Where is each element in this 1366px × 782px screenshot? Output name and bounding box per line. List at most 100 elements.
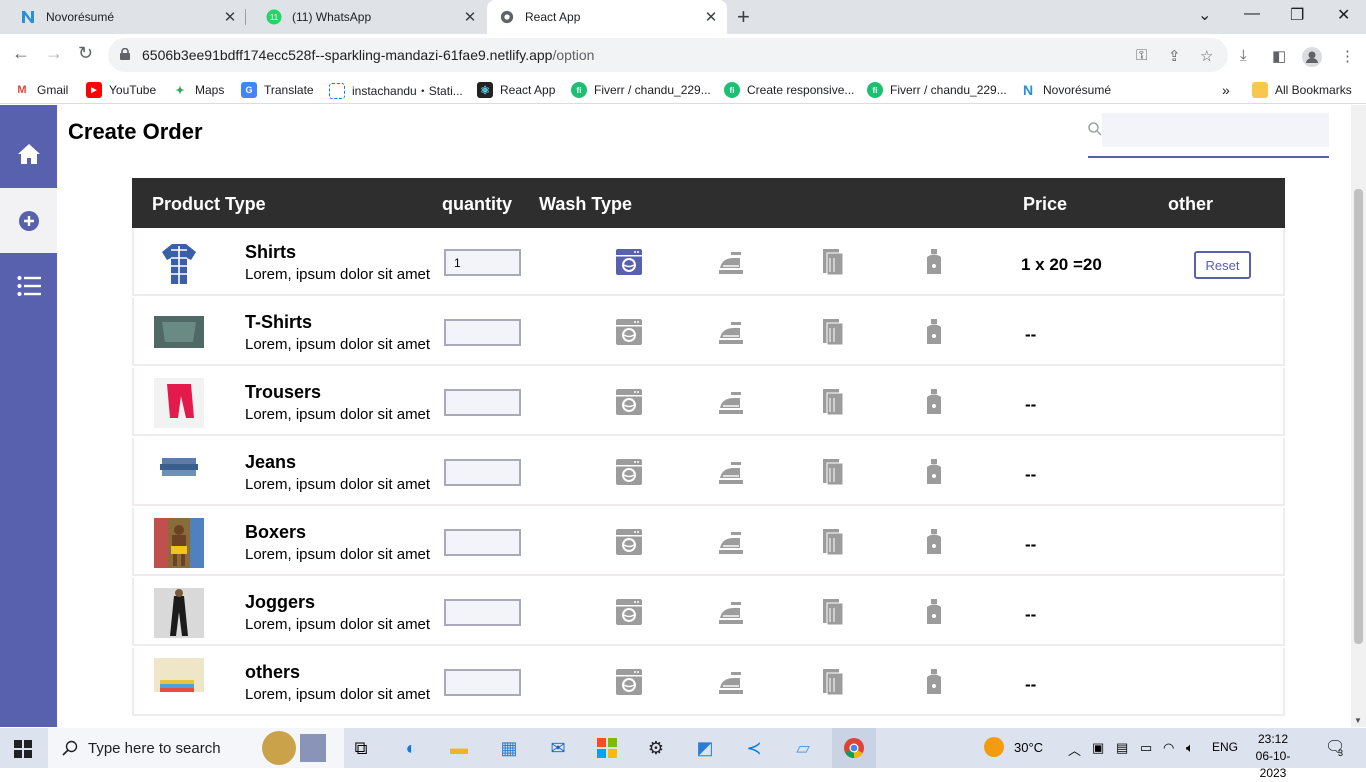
washing-machine-icon[interactable] [615,318,643,346]
towel-icon[interactable] [819,388,847,416]
sidebar-item-create-order[interactable] [0,188,57,253]
office-icon[interactable] [594,735,620,761]
towel-icon[interactable] [819,458,847,486]
bookmark-youtube[interactable]: ▶ YouTube [86,82,156,98]
settings-gear-icon[interactable]: ⚙ [643,735,669,761]
iron-icon[interactable] [717,668,745,696]
bookmark-instachandu[interactable]: instachandu・Stati... [329,82,463,99]
iron-icon[interactable] [717,598,745,626]
iron-icon[interactable] [717,388,745,416]
mail-icon[interactable]: ✉ [545,735,571,761]
restore-button[interactable]: ❐ [1290,5,1304,25]
scrollbar-thumb[interactable] [1354,189,1363,644]
tab-novoresume[interactable]: Novorésumé ✕ [0,0,246,34]
bookmark-maps[interactable]: ✦ Maps [172,82,224,98]
tab-react-app[interactable]: React App ✕ [487,0,727,34]
bookmark-novoresume[interactable]: N Novorésumé [1020,82,1111,98]
search-input[interactable] [1102,113,1329,147]
iron-icon[interactable] [717,528,745,556]
iron-icon[interactable] [717,318,745,346]
volume-icon[interactable]: 🔈︎ [1186,740,1194,756]
edge-icon[interactable]: ◐ [398,735,424,761]
task-view-icon[interactable]: ⧉ [348,735,374,761]
new-tab-button[interactable]: + [737,4,750,30]
washing-machine-icon[interactable] [615,458,643,486]
search-field[interactable] [1088,113,1329,158]
page-scrollbar[interactable]: ▼ [1351,105,1366,727]
sidebar-item-orders-list[interactable] [0,253,57,318]
bookmark-fiverr-1[interactable]: fi Fiverr / chandu_229... [571,82,711,98]
taskbar-search[interactable]: Type here to search [48,728,344,768]
reset-button[interactable]: Reset [1194,251,1251,279]
towel-icon[interactable] [819,598,847,626]
iron-icon[interactable] [717,458,745,486]
store-icon[interactable]: ▦ [496,735,522,761]
tray-device-icon[interactable]: ▣ [1092,740,1104,756]
bleach-icon[interactable] [920,668,948,696]
close-tab-icon[interactable]: ✕ [701,8,721,26]
photos-icon[interactable]: ◩ [692,735,718,761]
bleach-icon[interactable] [920,528,948,556]
notepad-icon[interactable]: ▱ [790,735,816,761]
side-panel-icon[interactable]: ◧ [1272,47,1286,65]
profile-avatar-icon[interactable] [1302,47,1322,71]
reload-icon[interactable]: ↻ [78,43,93,64]
towel-icon[interactable] [819,528,847,556]
bleach-icon[interactable] [920,318,948,346]
towel-icon[interactable] [819,668,847,696]
quantity-input[interactable] [444,669,521,696]
battery-icon[interactable]: ▭ [1140,740,1152,756]
minimize-button[interactable]: — [1244,5,1260,23]
more-bookmarks-chevron-icon[interactable]: » [1222,82,1230,98]
quantity-input[interactable] [444,599,521,626]
quantity-input[interactable] [444,529,521,556]
vscode-icon[interactable]: ≺ [741,735,767,761]
bookmark-gmail[interactable]: M Gmail [14,82,68,98]
tray-meet-icon[interactable]: ▤ [1116,740,1128,756]
washing-machine-icon[interactable] [615,598,643,626]
tab-search-chevron-icon[interactable]: ⌄ [1198,5,1211,25]
quantity-input[interactable] [444,389,521,416]
chrome-icon[interactable] [832,728,876,768]
towel-icon[interactable] [819,248,847,276]
address-bar[interactable]: 6506b3ee91bdff174ecc528f--sparkling-mand… [108,38,1228,72]
quantity-input[interactable] [444,319,521,346]
bleach-icon[interactable] [920,388,948,416]
washing-machine-icon[interactable] [615,388,643,416]
file-explorer-icon[interactable]: ▬ [446,735,472,761]
wifi-icon[interactable]: ◠ [1163,740,1174,756]
back-arrow-icon[interactable]: ← [12,43,30,64]
bleach-icon[interactable] [920,598,948,626]
bleach-icon[interactable] [920,248,948,276]
bookmark-star-icon[interactable]: ☆ [1200,47,1213,65]
washing-machine-icon[interactable] [615,668,643,696]
system-clock[interactable]: 23:12 06-10-2023 [1248,731,1298,782]
all-bookmarks[interactable]: All Bookmarks [1252,82,1352,98]
windows-start-icon[interactable] [14,740,32,758]
key-icon[interactable]: ⚿ [1136,47,1147,64]
bookmark-fiverr-2[interactable]: fi Fiverr / chandu_229... [867,82,1007,98]
quantity-input[interactable] [444,459,521,486]
share-icon[interactable]: ⇪ [1168,47,1181,65]
washing-machine-icon[interactable] [615,248,643,276]
towel-icon[interactable] [819,318,847,346]
quantity-input[interactable] [444,249,521,276]
washing-machine-icon[interactable] [615,528,643,556]
scroll-down-arrow-icon[interactable]: ▼ [1354,716,1362,725]
sidebar-item-home[interactable] [0,120,57,188]
kebab-menu-icon[interactable]: ⋮ [1340,47,1355,65]
tray-chevron-up-icon[interactable]: ︿ [1068,740,1081,759]
bookmark-react-app[interactable]: ⚛ React App [477,82,555,98]
weather-sun-icon[interactable] [984,737,1004,757]
bookmark-create-responsive[interactable]: fi Create responsive... [724,82,854,98]
close-window-button[interactable]: ✕ [1337,5,1350,25]
close-tab-icon[interactable]: ✕ [220,8,240,26]
bookmark-translate[interactable]: G Translate [241,82,314,98]
language-indicator[interactable]: ENG [1212,740,1238,754]
close-tab-icon[interactable]: ✕ [460,8,480,26]
weather-temperature[interactable]: 30°C [1014,740,1043,755]
tab-whatsapp[interactable]: 11 (11) WhatsApp ✕ [246,0,486,34]
iron-icon[interactable] [717,248,745,276]
download-icon[interactable]: ⤓ [1240,47,1247,64]
forward-arrow-icon[interactable]: → [45,43,63,64]
